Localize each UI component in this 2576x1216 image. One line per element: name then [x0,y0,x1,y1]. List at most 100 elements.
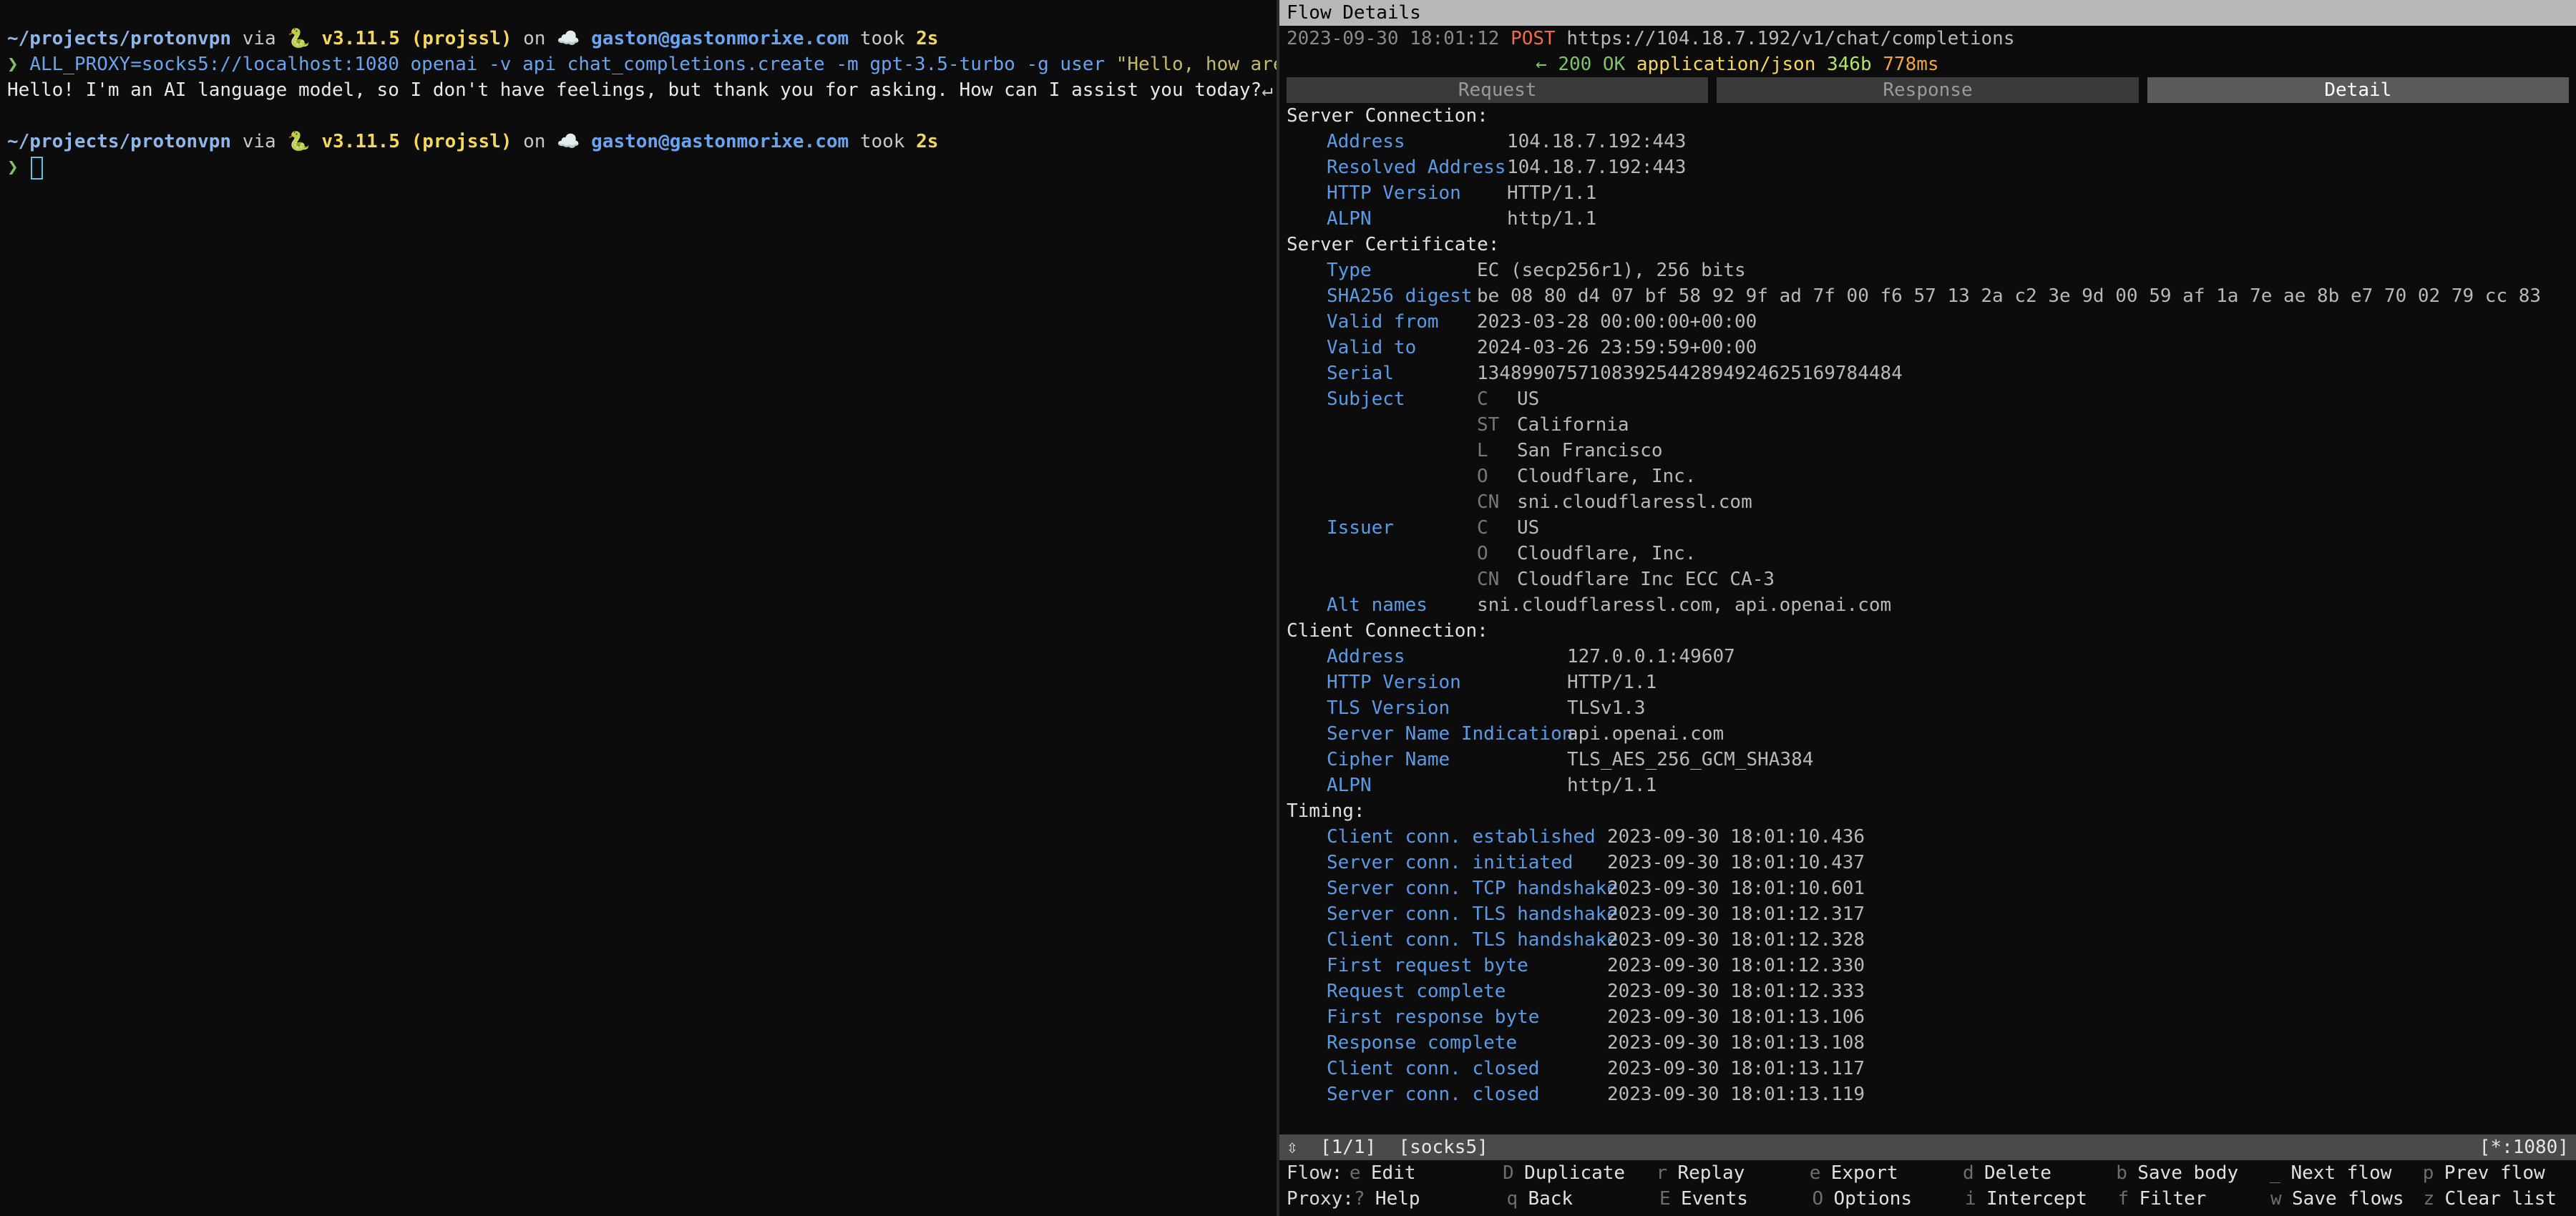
client-connection-row[interactable]: TLS Version TLSv1.3 [1279,695,2576,721]
help-row-flow: Flow: e Edit D Duplicate r Replay e Export d Delet… [1279,1160,2576,1186]
client-connection-row-key: Server Name Indication [1327,723,1574,745]
server-connection-row[interactable]: Resolved Address 104.18.7.192:443 [1279,155,2576,180]
cert-subject-row-label [1327,412,1477,438]
cert-alt-names[interactable]: Alt names sni.cloudflaressl.com, api.open… [1279,592,2576,618]
timing-row[interactable]: Server conn. closed 2023-09-30 18:01:13.1… [1279,1082,2576,1107]
help-proxy-item-options[interactable]: O Options [1812,1186,1965,1212]
cert-issuer-row-label [1327,567,1477,592]
timing-row-value: 2023-09-30 18:01:13.106 [1607,1006,1865,1028]
help-flow-item-edit[interactable]: e Edit [1350,1160,1503,1186]
timing-row-value: 2023-09-30 18:01:12.330 [1607,955,1865,976]
prompt-chevron-icon: ❯ [7,54,19,75]
help-flow-item-delete[interactable]: d Delete [1963,1160,2116,1186]
timing-row[interactable]: Response complete 2023-09-30 18:01:13.108 [1279,1030,2576,1056]
client-connection-row[interactable]: Server Name Indication api.openai.com [1279,721,2576,747]
shortcut-label: Filter [2139,1188,2207,1210]
help-proxy-item-intercept[interactable]: i Intercept [1965,1186,2118,1212]
help-proxy-item-back[interactable]: q Back [1506,1186,1659,1212]
cert-valid-from[interactable]: Valid from 2023-03-28 00:00:00+00:00 [1279,309,2576,335]
detail-content: Server Connection: Address 104.18.7.192:44… [1279,103,2576,1107]
help-flow-item-replay[interactable]: r Replay [1656,1160,1809,1186]
timing-row[interactable]: Server conn. initiated 2023-09-30 18:01:1… [1279,850,2576,876]
tab-response[interactable]: Response [1717,77,2139,103]
help-proxy-item-filter[interactable]: f Filter [2118,1186,2271,1212]
cert-serial-value: 13489907571083925442894924625169784484 [1477,363,1903,384]
cert-subject-row-key: O [1477,466,1488,487]
cert-type[interactable]: Type EC (secp256r1), 256 bits [1279,258,2576,283]
tab-request[interactable]: Request [1287,77,1709,103]
cloud-icon: ☁️ [557,131,580,152]
shortcut-label: Edit [1370,1162,1416,1184]
tab-detail[interactable]: Detail [2147,77,2569,103]
client-connection-row[interactable]: Address 127.0.0.1:49607 [1279,644,2576,670]
cert-subject-row-label: Subject [1327,388,1405,410]
help-flow-item-save-body[interactable]: b Save body [2116,1160,2269,1186]
input-line[interactable]: ❯ [7,155,1269,180]
server-connection-row[interactable]: HTTP Version HTTP/1.1 [1279,180,2576,206]
timing-row[interactable]: First request byte 2023-09-30 18:01:12.33… [1279,953,2576,979]
flow-duration: 778ms [1883,54,1939,75]
timing-row-key: Response complete [1327,1032,1518,1054]
cert-subject-row-label [1327,489,1477,515]
shortcut-key: ? [1353,1188,1365,1210]
cert-subject-row-key: C [1477,388,1488,410]
client-connection-row-key: Address [1327,646,1405,667]
shortcut-key: q [1506,1188,1518,1210]
timing-row[interactable]: Server conn. TCP handshake 2023-09-30 18:… [1279,876,2576,901]
command-string: "Hello, how are you doing?" [1116,54,1277,75]
cert-sha256[interactable]: SHA256 digest be 08 80 d4 07 bf 58 92 9f … [1279,283,2576,309]
help-proxy-item-save-flows[interactable]: w Save flows [2270,1186,2424,1212]
client-connection-row[interactable]: Cipher Name TLS_AES_256_GCM_SHA384 [1279,747,2576,773]
shortcut-label: Intercept [1986,1188,2087,1210]
server-connection-row[interactable]: ALPN http/1.1 [1279,206,2576,232]
server-connection-row-value: http/1.1 [1507,208,1597,230]
prompt-line-1: ~/projects/protonvpn via 🐍 v3.11.5 (proj… [7,26,1269,52]
status-bar: ⇳ [1/1] [socks5] [*:1080] [1279,1134,2576,1160]
server-connection-row[interactable]: Address 104.18.7.192:443 [1279,129,2576,155]
timing-row-key: Server conn. closed [1327,1084,1540,1105]
flow-request-line[interactable]: 2023-09-30 18:01:12 POST https://104.18.… [1279,26,2576,52]
cert-sha256-key: SHA256 digest [1327,285,1473,307]
timing-row[interactable]: Server conn. TLS handshake 2023-09-30 18:… [1279,901,2576,927]
timing-row[interactable]: Request complete 2023-09-30 18:01:12.333 [1279,979,2576,1004]
client-connection-row[interactable]: ALPN http/1.1 [1279,773,2576,798]
server-connection-heading: Server Connection: [1287,105,1488,127]
flow-size: 346b [1827,54,1872,75]
timing-row[interactable]: Client conn. TLS handshake 2023-09-30 18:… [1279,927,2576,953]
help-proxy-item-help[interactable]: ? Help [1354,1186,1507,1212]
shortcut-key: E [1659,1188,1671,1210]
cert-subject-row-value: sni.cloudflaressl.com [1517,491,1752,513]
timing-row[interactable]: Client conn. closed 2023-09-30 18:01:13.1… [1279,1056,2576,1082]
flow-details-pane[interactable]: Flow Details 2023-09-30 18:01:12 POST ht… [1279,0,2576,1216]
cert-valid-to-value: 2024-03-26 23:59:59+00:00 [1477,337,1757,358]
help-flow-item-prev-flow[interactable]: p Prev flow [2423,1160,2576,1186]
cert-issuer-row: Issuer C US [1279,515,2576,541]
cert-serial[interactable]: Serial 1348990757108392544289492462516978… [1279,361,2576,386]
cert-subject-row-value: US [1517,388,1540,410]
cert-valid-to[interactable]: Valid to 2024-03-26 23:59:59+00:00 [1279,335,2576,361]
timing-row[interactable]: First response byte 2023-09-30 18:01:13.1… [1279,1004,2576,1030]
terminal-pane[interactable]: ~/projects/protonvpn via 🐍 v3.11.5 (proj… [0,0,1277,1216]
timing-row-value: 2023-09-30 18:01:10.601 [1607,878,1865,899]
cert-subject-row-key: CN [1477,491,1500,513]
help-proxy-item-clear-list[interactable]: z Clear list [2424,1186,2576,1212]
timing-row[interactable]: Client conn. established 2023-09-30 18:01… [1279,824,2576,850]
client-connection-row[interactable]: HTTP Version HTTP/1.1 [1279,670,2576,695]
shortcut-label: Options [1833,1188,1913,1210]
cert-alt-names-key: Alt names [1327,594,1428,616]
cert-subject-row: O Cloudflare, Inc. [1279,464,2576,489]
server-connection-row-value: 104.18.7.192:443 [1507,131,1687,152]
help-flow-item-next-flow[interactable]: _ Next flow [2270,1160,2423,1186]
command-output: Hello! I'm an AI language model, so I do… [7,77,1273,103]
client-connection-row-value: api.openai.com [1567,723,1724,745]
terminal-cursor[interactable] [31,156,44,180]
cloud-icon: ☁️ [557,28,580,49]
timing-row-value: 2023-09-30 18:01:10.436 [1607,826,1865,848]
cert-issuer-row-value: Cloudflare, Inc. [1517,543,1697,564]
shortcut-label: Delete [1984,1162,2051,1184]
help-flow-item-duplicate[interactable]: D Duplicate [1503,1160,1656,1186]
help-flow-item-export[interactable]: e Export [1810,1160,1963,1186]
help-proxy-item-events[interactable]: E Events [1659,1186,1813,1212]
python-icon: 🐍 [287,28,311,49]
shortcut-label: Next flow [2290,1162,2392,1184]
